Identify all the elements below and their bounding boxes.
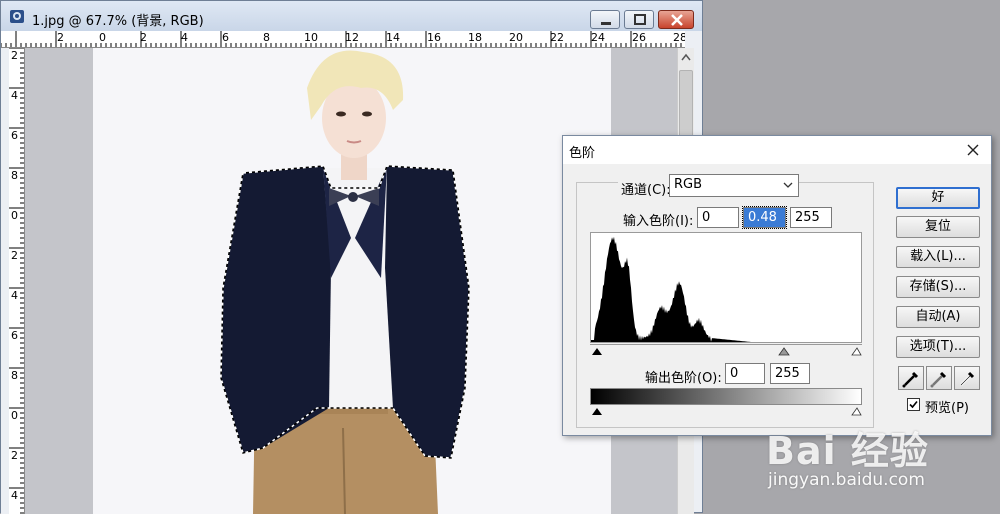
ruler-tick-label: 6 (11, 129, 18, 142)
ruler-tick-label: 18 (468, 31, 482, 44)
channel-label: 通道(C): (618, 179, 674, 198)
minimize-icon (601, 22, 611, 25)
dialog-close-icon[interactable] (963, 140, 983, 160)
ruler-tick-label: 20 (509, 31, 523, 44)
eyedropper-gray-icon (930, 371, 947, 388)
ruler-tick-label: 26 (632, 31, 646, 44)
ruler-tick-label: 2 (11, 249, 18, 262)
output-levels-slider[interactable] (590, 405, 862, 416)
ruler-tick-label: 28 (673, 31, 685, 44)
ruler-tick-label: 14 (386, 31, 400, 44)
input-black-field[interactable]: 0 (697, 207, 739, 228)
black-point-eyedropper[interactable] (898, 366, 924, 390)
ruler-tick-label: 6 (11, 329, 18, 342)
ruler-tick-label: 10 (304, 31, 318, 44)
auto-button[interactable]: 自动(A) (896, 306, 980, 328)
photo-canvas[interactable] (93, 48, 611, 514)
channel-select[interactable]: RGB (669, 174, 799, 197)
white-point-eyedropper[interactable] (954, 366, 980, 390)
ruler-tick-label: 24 (591, 31, 605, 44)
document-title: 1.jpg @ 67.7% (背景, RGB) (32, 14, 204, 29)
save-button[interactable]: 存储(S)... (896, 276, 980, 298)
eyedropper-white-icon (960, 371, 975, 386)
close-button[interactable] (658, 10, 694, 29)
minimize-button[interactable] (590, 10, 620, 29)
ruler-tick-label: 8 (11, 169, 18, 182)
ruler-tick-label: 4 (11, 489, 18, 502)
preview-checkbox[interactable] (907, 398, 920, 411)
ruler-tick-label: 2 (11, 449, 18, 462)
output-white-handle (851, 407, 862, 416)
output-black-handle (592, 408, 602, 415)
input-black-handle (592, 348, 602, 355)
levels-dialog: 色阶 通道(C): RGB 输入色阶(I): 0 0.48 255 输出色阶(O… (562, 135, 992, 436)
ruler-tick-label: 8 (263, 31, 270, 44)
ruler-tick-label: 4 (11, 289, 18, 302)
document-titlebar[interactable]: 1.jpg @ 67.7% (背景, RGB) (1, 1, 702, 31)
watermark-brand: Bai 经验 (766, 429, 929, 473)
input-gamma-field[interactable]: 0.48 (742, 206, 787, 229)
output-black-field[interactable]: 0 (725, 363, 765, 384)
reset-button[interactable]: 复位 (896, 216, 980, 238)
ruler-tick-label: 4 (11, 89, 18, 102)
ruler-tick-label: 2 (57, 31, 64, 44)
input-white-handle (851, 347, 862, 356)
maximize-icon (634, 14, 646, 25)
options-button[interactable]: 选项(T)... (896, 336, 980, 358)
ruler-tick-label: 4 (181, 31, 188, 44)
watermark-url: jingyan.baidu.com (768, 470, 925, 490)
channel-value: RGB (674, 177, 703, 192)
input-levels-slider[interactable] (590, 344, 862, 356)
vertical-ruler[interactable]: 2 4 6 8 0 2 4 6 8 0 2 4 (9, 48, 25, 514)
ruler-tick-label: 2 (11, 49, 18, 62)
ruler-tick-label: 6 (222, 31, 229, 44)
ruler-tick-label: 12 (345, 31, 359, 44)
dialog-title: 色阶 (569, 146, 596, 161)
output-white-field[interactable]: 255 (770, 363, 810, 384)
scroll-up-icon[interactable] (678, 48, 694, 66)
ruler-tick-label: 22 (550, 31, 564, 44)
baidu-jingyan-watermark: Bai 经验 jingyan.baidu.com (766, 420, 956, 500)
preview-label: 预览(P) (925, 401, 969, 416)
input-white-field[interactable]: 255 (790, 207, 832, 228)
output-gradient-bar (590, 388, 862, 405)
histogram-graph (591, 236, 861, 342)
window-frame-left (1, 31, 9, 514)
ruler-tick-label: 2 (140, 31, 147, 44)
ruler-tick-label: 16 (427, 31, 441, 44)
input-gamma-handle (778, 347, 790, 356)
ruler-tick-label: 0 (99, 31, 106, 44)
checkmark-icon (909, 400, 918, 409)
ruler-tick-label: 8 (11, 369, 18, 382)
histogram (590, 232, 862, 343)
ok-button[interactable]: 好 (896, 187, 980, 209)
output-levels-label: 输出色阶(O): (645, 371, 722, 386)
ruler-tick-label: 0 (11, 209, 18, 222)
input-levels-label: 输入色阶(I): (623, 214, 694, 229)
gray-point-eyedropper[interactable] (926, 366, 952, 390)
chevron-down-icon (783, 182, 793, 188)
portrait-photo (220, 50, 470, 514)
ruler-tick-label: 0 (11, 409, 18, 422)
eyedropper-black-icon (902, 371, 919, 388)
dialog-titlebar[interactable]: 色阶 (563, 136, 991, 164)
horizontal-ruler[interactable]: 20246810121416182022242628 (1, 31, 685, 48)
close-icon (671, 14, 683, 26)
load-button[interactable]: 载入(L)... (896, 246, 980, 268)
maximize-button[interactable] (624, 10, 654, 29)
photoshop-icon (9, 9, 25, 24)
